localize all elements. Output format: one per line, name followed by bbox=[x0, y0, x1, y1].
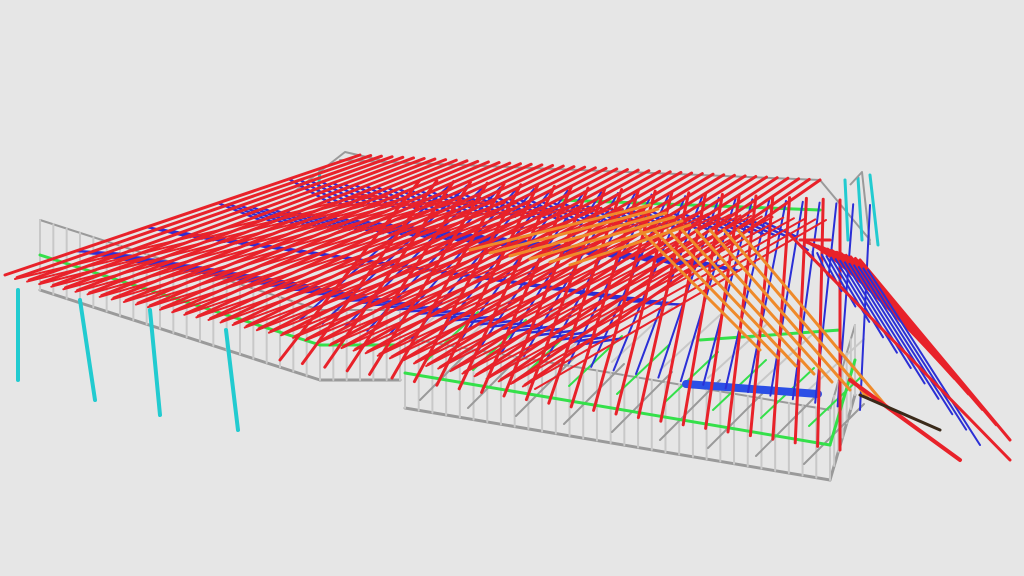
interior-wall bbox=[707, 387, 769, 449]
truss-frame-model bbox=[3, 151, 1012, 482]
interior-wall bbox=[755, 395, 817, 457]
jack-web bbox=[867, 269, 981, 446]
jack-web bbox=[853, 264, 940, 400]
interior-wall-top bbox=[659, 314, 721, 371]
jack-truss bbox=[858, 258, 1012, 442]
bottom-plate bbox=[403, 406, 832, 482]
post bbox=[78, 298, 97, 402]
post bbox=[224, 328, 240, 432]
model-viewport[interactable] bbox=[0, 0, 1024, 576]
post bbox=[856, 176, 864, 242]
jack-web bbox=[862, 267, 968, 431]
dark-member bbox=[858, 393, 942, 432]
post bbox=[868, 173, 880, 247]
truss-chords bbox=[3, 153, 842, 452]
post bbox=[843, 178, 850, 242]
